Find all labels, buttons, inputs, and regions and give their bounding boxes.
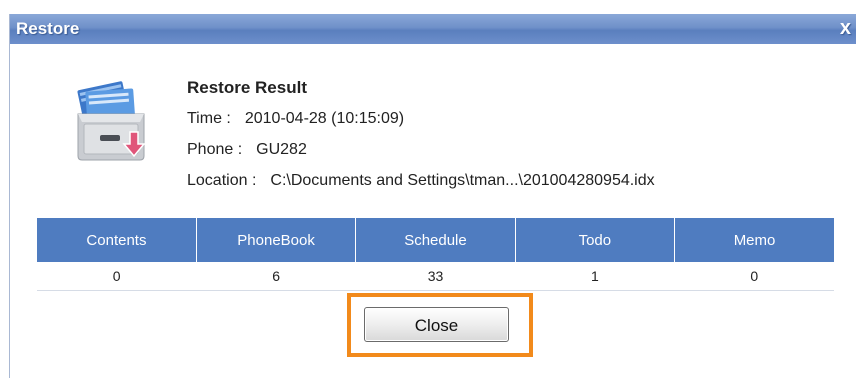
location-row: Location : C:\Documents and Settings\tman…	[187, 172, 655, 190]
column-header-phonebook: PhoneBook	[195, 218, 356, 262]
close-icon[interactable]: x	[840, 17, 851, 40]
time-row: Time : 2010-04-28 (10:15:09)	[187, 110, 404, 128]
restore-result-heading: Restore Result	[187, 78, 307, 97]
column-header-memo: Memo	[674, 218, 834, 262]
drawer-handle	[100, 135, 120, 141]
cell-phonebook: 6	[196, 262, 356, 291]
cell-contents: 0	[37, 262, 197, 291]
table-header-row: Contents PhoneBook Schedule Todo Memo	[37, 218, 834, 262]
table-row: 0 6 33 1 0	[37, 262, 834, 291]
column-header-contents: Contents	[37, 218, 197, 262]
cell-schedule: 33	[355, 262, 516, 291]
title-bar[interactable]: Restore x	[10, 14, 856, 44]
restore-drawer-icon	[77, 81, 146, 161]
location-value: C:\Documents and Settings\tman...\201004…	[270, 172, 655, 189]
close-button[interactable]: Close	[364, 307, 509, 342]
cell-memo: 0	[674, 262, 834, 291]
column-header-todo: Todo	[514, 218, 675, 262]
cell-todo: 1	[515, 262, 675, 291]
location-label: Location :	[187, 172, 257, 189]
phone-label: Phone :	[187, 141, 243, 158]
window-title: Restore	[16, 19, 80, 38]
time-value: 2010-04-28 (10:15:09)	[244, 110, 405, 127]
phone-row: Phone : GU282	[187, 141, 307, 159]
time-label: Time :	[187, 110, 231, 127]
phone-value: GU282	[256, 141, 307, 158]
restore-results-table: Contents PhoneBook Schedule Todo Memo 0 …	[37, 218, 834, 291]
column-header-schedule: Schedule	[355, 218, 516, 262]
